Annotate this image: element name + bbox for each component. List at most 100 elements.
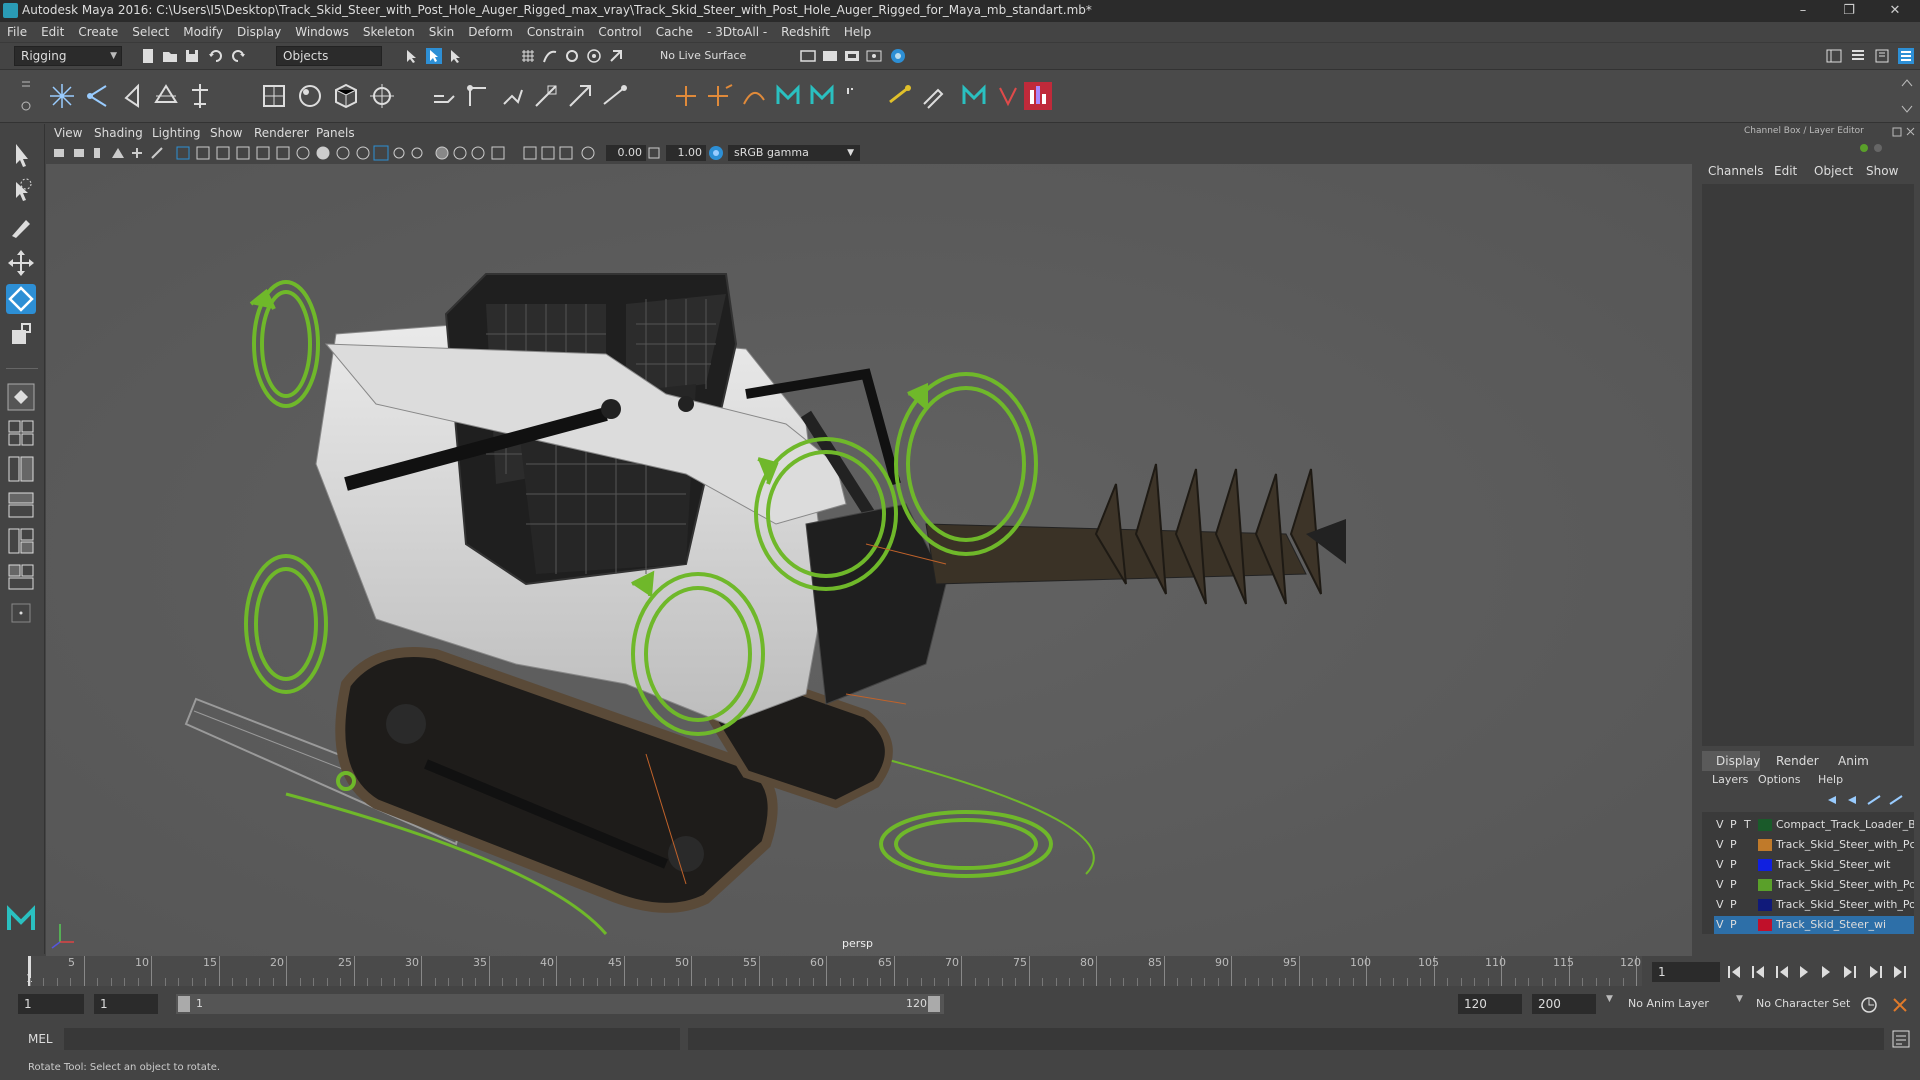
playback-prefs-icons[interactable] [1860, 996, 1916, 1014]
color-space-dropdown[interactable]: sRGB gamma ▼ [728, 145, 860, 161]
layer-visibility-toggle[interactable]: V [1716, 838, 1724, 851]
viewport-3d-scene[interactable] [46, 164, 1692, 956]
menu-help[interactable]: Help [837, 22, 878, 42]
gamma-field[interactable]: 1.00 [666, 145, 706, 161]
ipr-render-icon[interactable] [844, 48, 860, 64]
playback-controls[interactable] [1726, 964, 1916, 980]
select-object-icon[interactable] [426, 48, 442, 64]
menu-constrain[interactable]: Constrain [520, 22, 592, 42]
layer-row[interactable]: V P Track_Skid_Steer_with_Pos [1714, 896, 1914, 914]
redo-icon[interactable] [230, 48, 246, 64]
layer-row[interactable]: V P Track_Skid_Steer_with_Pos [1714, 876, 1914, 894]
render-settings-icon[interactable] [800, 48, 816, 64]
layer-color-swatch[interactable] [1758, 839, 1772, 851]
layer-row[interactable]: V P Track_Skid_Steer_with_Pc [1714, 836, 1914, 854]
restore-button[interactable]: ❐ [1826, 0, 1872, 22]
minimize-button[interactable]: – [1780, 0, 1826, 22]
locator-icon[interactable] [672, 82, 700, 110]
pole-vector-icon[interactable] [600, 82, 628, 110]
layer-color-swatch[interactable] [1758, 879, 1772, 891]
options-menu[interactable]: Options [1758, 773, 1800, 786]
menu-3dtoall[interactable]: - 3DtoAll - [700, 22, 774, 42]
locator-joint-icon[interactable] [706, 82, 734, 110]
ik-spline-icon[interactable] [186, 82, 214, 110]
single-perspective-layout-icon[interactable] [6, 382, 36, 412]
menu-windows[interactable]: Windows [288, 22, 356, 42]
make-live-icon[interactable] [608, 48, 624, 64]
viewport-menu-view[interactable]: View [54, 126, 82, 140]
viewport-menu-renderer[interactable]: Renderer [254, 126, 309, 140]
scale-constraint-icon[interactable] [532, 82, 560, 110]
select-component-icon[interactable] [448, 48, 464, 64]
menu-display[interactable]: Display [230, 22, 288, 42]
snap-grid-icon[interactable] [520, 48, 536, 64]
script-editor-icon[interactable] [1892, 1030, 1910, 1048]
menu-deform[interactable]: Deform [461, 22, 520, 42]
hypershade-layout-icon[interactable] [6, 526, 36, 556]
menu-control[interactable]: Control [591, 22, 648, 42]
menu-skin[interactable]: Skin [422, 22, 462, 42]
layer-color-swatch[interactable] [1758, 899, 1772, 911]
tab-anim[interactable]: Anim [1838, 754, 1869, 768]
curve-tool-icon[interactable] [740, 82, 768, 110]
attribute-editor-icon[interactable] [1850, 48, 1866, 64]
layer-color-swatch[interactable] [1758, 919, 1772, 931]
open-scene-icon[interactable] [162, 48, 178, 64]
channel-list-area[interactable] [1702, 184, 1914, 746]
layer-visibility-toggle[interactable]: V [1716, 918, 1724, 931]
layer-playback-toggle[interactable]: P [1730, 838, 1737, 851]
select-hierarchy-icon[interactable] [404, 48, 420, 64]
exposure-field[interactable]: 0.00 [606, 145, 646, 161]
v-tool-icon[interactable] [994, 82, 1022, 110]
layer-visibility-toggle[interactable]: V [1716, 818, 1724, 831]
channels-menu[interactable]: Channels [1708, 164, 1764, 178]
layer-action-icons[interactable] [1824, 792, 1914, 808]
menu-file[interactable]: File [0, 22, 34, 42]
layer-row[interactable]: V P T Compact_Track_Loader_Bo [1714, 816, 1914, 834]
menu-select[interactable]: Select [125, 22, 176, 42]
layer-row-selected[interactable]: V P Track_Skid_Steer_wi [1714, 916, 1914, 934]
viewport-menu-panels[interactable]: Panels [316, 126, 355, 140]
help-menu[interactable]: Help [1818, 773, 1843, 786]
live-surface-label[interactable]: No Live Surface [660, 49, 746, 62]
layer-color-swatch[interactable] [1758, 819, 1772, 831]
layer-playback-toggle[interactable]: P [1730, 898, 1737, 911]
layout-options-icon[interactable] [6, 598, 36, 628]
chevron-down-icon[interactable]: ▼ [1606, 994, 1613, 1004]
insert-joint-icon[interactable] [84, 82, 112, 110]
maya-m-teal-icon-1[interactable] [774, 82, 802, 110]
playback-start-field[interactable]: 1 [94, 994, 158, 1014]
panel-close-icon[interactable] [1892, 126, 1918, 138]
maya-m-teal-icon-3[interactable] [960, 82, 988, 110]
layer-playback-toggle[interactable]: P [1730, 918, 1737, 931]
animation-start-field[interactable]: 1 [18, 994, 84, 1014]
command-input[interactable] [64, 1028, 680, 1050]
paint-weights-icon[interactable] [296, 82, 324, 110]
range-slider[interactable]: 1 120 [176, 994, 944, 1014]
lasso-tool-icon[interactable] [6, 176, 36, 206]
lattice-icon[interactable] [332, 82, 360, 110]
shelf-options-icon[interactable] [20, 78, 32, 114]
layer-playback-toggle[interactable]: P [1730, 818, 1737, 831]
range-slider-start-handle[interactable] [178, 996, 190, 1012]
time-slider[interactable]: 1 5 10 15 20 25 30 35 40 45 50 55 60 65 70 75 80 85 90 95 1… [0, 956, 1920, 986]
menu-modify[interactable]: Modify [176, 22, 230, 42]
chevron-down-icon[interactable]: ▼ [1736, 994, 1743, 1004]
menu-set-dropdown[interactable]: Rigging ▼ [14, 46, 122, 66]
menu-skeleton[interactable]: Skeleton [356, 22, 422, 42]
save-scene-icon[interactable] [184, 48, 200, 64]
gamma-icon[interactable] [646, 145, 662, 161]
bind-skin-icon[interactable] [260, 82, 288, 110]
viewport-menu-shading[interactable]: Shading [94, 126, 143, 140]
viewport-menu-lighting[interactable]: Lighting [152, 126, 201, 140]
layer-playback-toggle[interactable]: P [1730, 878, 1737, 891]
workspace-icon[interactable] [1826, 48, 1842, 64]
viewport-menu-show[interactable]: Show [210, 126, 242, 140]
menu-create[interactable]: Create [71, 22, 125, 42]
layers-menu[interactable]: Layers [1712, 773, 1748, 786]
channels-edit-menu[interactable]: Edit [1774, 164, 1797, 178]
anim-layer-dropdown[interactable]: No Anim Layer [1622, 994, 1748, 1014]
wire-tool-icon[interactable] [886, 82, 914, 110]
render-current-frame-icon[interactable] [822, 48, 838, 64]
new-scene-icon[interactable] [140, 48, 156, 64]
